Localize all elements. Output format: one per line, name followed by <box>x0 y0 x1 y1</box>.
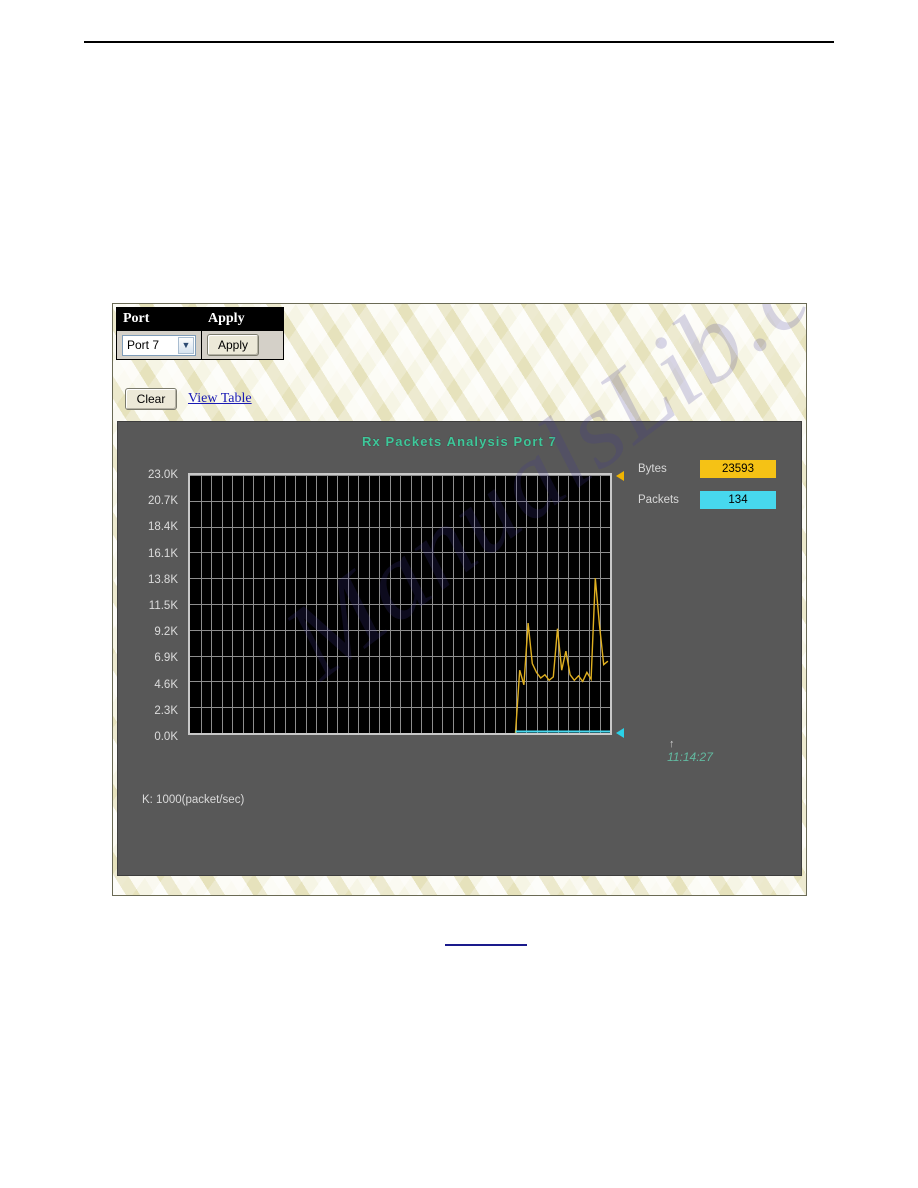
y-axis-tick: 9.2K <box>154 626 178 639</box>
y-axis-tick: 13.8K <box>147 573 178 586</box>
page-header-rule <box>84 41 834 43</box>
legend-value-packets: 134 <box>700 491 776 509</box>
legend-label-packets: Packets <box>638 494 679 506</box>
y-axis-labels: 0.0K 2.3K 4.6K 6.9K 9.2K 11.5K 13.8K 16.1K 18.4K… <box>118 469 184 743</box>
legend-value-bytes: 23593 <box>700 460 776 478</box>
legend-row-packets: Packets 134 <box>638 491 788 509</box>
apply-button[interactable]: Apply <box>207 334 259 356</box>
y-axis-tick: 20.7K <box>147 495 178 508</box>
chart-title: Rx Packets Analysis Port 7 <box>361 434 558 449</box>
port-cell: Port 7 ▼ <box>116 330 202 360</box>
y-axis-tick: 4.6K <box>154 678 178 691</box>
switch-web-ui-panel: Port Apply Port 7 ▼ Apply Clear View Tab… <box>112 303 807 896</box>
clear-button[interactable]: Clear <box>125 388 177 410</box>
header-apply: Apply <box>201 307 284 331</box>
footer-link[interactable]: Click here <box>445 932 527 946</box>
y-axis-tick: 23.0K <box>147 469 178 481</box>
port-select[interactable]: Port 7 ▼ <box>122 334 196 356</box>
time-pointer-icon: ↑ <box>669 738 675 750</box>
table-body-row: Port 7 ▼ Apply <box>116 330 284 360</box>
header-port: Port <box>116 307 202 331</box>
chart-panel: Rx Packets Analysis Port 7 0.0K 2.3K 4.6K 6… <box>117 421 802 876</box>
chart-unit-note: K: 1000(packet/sec) <box>142 794 245 806</box>
series-line-bytes <box>516 578 608 733</box>
chart-timestamp: 11:14:27 <box>667 750 713 764</box>
packets-edge-marker <box>616 728 624 738</box>
y-axis-tick: 11.5K <box>148 600 178 612</box>
plot-area <box>188 473 612 735</box>
action-row: Clear View Table <box>125 388 252 410</box>
y-axis-tick: 16.1K <box>147 547 178 560</box>
page-root: Port Apply Port 7 ▼ Apply Clear View Tab… <box>0 0 918 1188</box>
y-axis-tick: 2.3K <box>154 704 178 717</box>
view-table-link[interactable]: View Table <box>188 391 252 407</box>
y-axis-tick: 6.9K <box>154 652 178 665</box>
chevron-down-icon[interactable]: ▼ <box>178 336 194 354</box>
y-axis-tick: 0.0K <box>154 731 178 743</box>
y-axis-tick: 18.4K <box>147 521 178 534</box>
table-header-row: Port Apply <box>116 307 284 331</box>
legend-row-bytes: Bytes 23593 <box>638 460 788 478</box>
bytes-edge-marker <box>616 471 624 481</box>
port-selection-table: Port Apply Port 7 ▼ Apply <box>116 307 284 360</box>
apply-cell: Apply <box>201 330 284 360</box>
legend-label-bytes: Bytes <box>638 463 667 475</box>
chart-legend: Bytes 23593 Packets 134 <box>638 460 788 522</box>
plot-series-svg <box>190 475 610 733</box>
port-select-value: Port 7 <box>127 338 160 352</box>
